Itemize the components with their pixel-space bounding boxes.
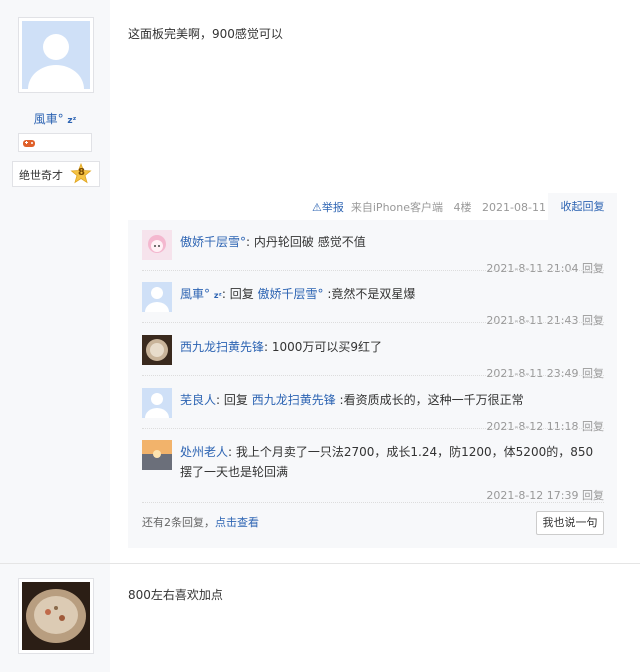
say-something-label: 我也说一句: [542, 516, 598, 529]
author-sidebar: 風車° zᶻ 绝世奇才 8: [0, 0, 110, 563]
reply-username[interactable]: 芜良人: [180, 393, 216, 407]
reply-button[interactable]: 回复: [582, 489, 604, 502]
photo-avatar-icon: [146, 339, 168, 361]
say-something-button[interactable]: 我也说一句: [536, 511, 604, 535]
list-item: 处州老人: 我上个月卖了一只法2700，成长1.24，防1200，体5200的，…: [142, 440, 604, 502]
reply-time: 2021-8-11 21:04: [486, 262, 579, 275]
reply-button[interactable]: 回复: [582, 367, 604, 380]
reply-username[interactable]: 处州老人: [180, 445, 228, 459]
post-content: 这面板完美啊，900感觉可以: [128, 27, 283, 41]
author-name-row: 風車° zᶻ: [0, 110, 110, 127]
author-avatar[interactable]: [18, 578, 94, 654]
sleep-icon: zᶻ: [67, 116, 77, 126]
reply-body: :竟然不是双星爆: [323, 287, 416, 301]
reply-body: :看资质成长的，这种一千万很正常: [335, 393, 524, 407]
reply-meta: 2021-8-11 21:43 回复: [486, 312, 604, 328]
reply-target[interactable]: 傲娇千层雪°: [258, 287, 324, 301]
reply-body: 内丹轮回破 感觉不值: [253, 235, 366, 249]
reply-text: 芜良人: 回复 西九龙扫黄先锋 :看资质成长的，这种一千万很正常: [180, 390, 600, 410]
reply-username[interactable]: 風車°: [180, 287, 210, 301]
reply-username[interactable]: 西九龙扫黄先锋: [180, 340, 264, 354]
divider: [142, 375, 604, 377]
reply-avatar[interactable]: [142, 230, 172, 260]
client-source[interactable]: 来自iPhone客户端: [351, 201, 443, 214]
post-content: 800左右喜欢加点: [128, 588, 223, 602]
post-floor-4: 風車° zᶻ 绝世奇才 8 这面板完美啊，900感觉可以 ⚠举报 来自iPhon…: [0, 0, 640, 563]
report-link[interactable]: 举报: [322, 201, 344, 214]
floor-number: 4楼: [453, 201, 472, 214]
reply-avatar[interactable]: [142, 440, 172, 470]
reply-text: 風車° zᶻ: 回复 傲娇千层雪° :竟然不是双星爆: [180, 284, 600, 306]
reply-username[interactable]: 傲娇千层雪°: [180, 235, 246, 249]
default-avatar-icon: [145, 287, 169, 312]
collapse-replies-button[interactable]: 收起回复: [548, 193, 617, 220]
warning-icon: ⚠: [312, 201, 322, 214]
level-title: 绝世奇才: [19, 169, 63, 182]
sleep-icon: zᶻ: [213, 291, 222, 300]
reply-avatar[interactable]: [142, 335, 172, 365]
reply-body: 我上个月卖了一只法2700，成长1.24，防1200，体5200的，850摆了一…: [180, 445, 594, 479]
post-tail: ⚠举报 来自iPhone客户端 4楼 2021-08-11 20:38: [312, 199, 581, 215]
reply-separator: :: [221, 287, 230, 301]
anime-avatar-icon: [148, 235, 166, 253]
author-sidebar: [0, 564, 110, 672]
reply-body: 1000万可以买9红了: [271, 340, 383, 354]
level-number: 8: [78, 167, 85, 178]
reply-meta: 2021-8-11 21:04 回复: [486, 260, 604, 276]
reply-button[interactable]: 回复: [582, 314, 604, 327]
default-avatar-icon: [28, 34, 84, 89]
reply-button[interactable]: 回复: [582, 262, 604, 275]
reply-separator: :: [228, 445, 236, 459]
more-replies: 还有2条回复，点击查看: [142, 514, 259, 530]
reply-button[interactable]: 回复: [582, 420, 604, 433]
reply-avatar[interactable]: [142, 282, 172, 312]
reply-time: 2021-8-11 23:49: [486, 367, 579, 380]
author-name[interactable]: 風車°: [34, 112, 64, 126]
reply-separator: :: [216, 393, 224, 407]
reply-target[interactable]: 西九龙扫黄先锋: [252, 393, 336, 407]
view-more-link[interactable]: 点击查看: [215, 516, 259, 529]
gamepad-icon: [23, 140, 35, 147]
reply-meta: 2021-8-12 11:18 回复: [486, 418, 604, 434]
sunset-avatar-icon: [142, 440, 172, 470]
reply-time: 2021-8-12 11:18: [486, 420, 579, 433]
level-badge[interactable]: 绝世奇才 8: [12, 161, 100, 187]
post-floor-5: 800左右喜欢加点: [0, 564, 640, 672]
more-replies-text: 还有2条回复，: [142, 516, 215, 529]
reply-separator: :: [246, 235, 254, 249]
reply-text: 傲娇千层雪°: 内丹轮回破 感觉不值: [180, 232, 600, 252]
author-avatar[interactable]: [18, 17, 94, 93]
divider: [142, 270, 604, 272]
divider: [142, 502, 604, 504]
reply-panel: 傲娇千层雪°: 内丹轮回破 感觉不值 2021-8-11 21:04 回复 風車…: [128, 220, 617, 548]
reply-meta: 2021-8-11 23:49 回复: [486, 365, 604, 381]
reply-time: 2021-8-11 21:43: [486, 314, 579, 327]
reply-text: 处州老人: 我上个月卖了一只法2700，成长1.24，防1200，体5200的，…: [180, 442, 600, 482]
divider: [142, 428, 604, 430]
reply-meta: 2021-8-12 17:39 回复: [486, 487, 604, 503]
game-badge: [18, 133, 92, 152]
default-avatar-icon: [145, 393, 169, 418]
photo-avatar-icon: [26, 589, 86, 643]
reply-prefix: 回复: [229, 287, 258, 301]
reply-time: 2021-8-12 17:39: [486, 489, 579, 502]
reply-separator: :: [264, 340, 272, 354]
reply-prefix: 回复: [223, 393, 252, 407]
reply-avatar[interactable]: [142, 388, 172, 418]
divider: [142, 322, 604, 324]
reply-text: 西九龙扫黄先锋: 1000万可以买9红了: [180, 337, 600, 357]
